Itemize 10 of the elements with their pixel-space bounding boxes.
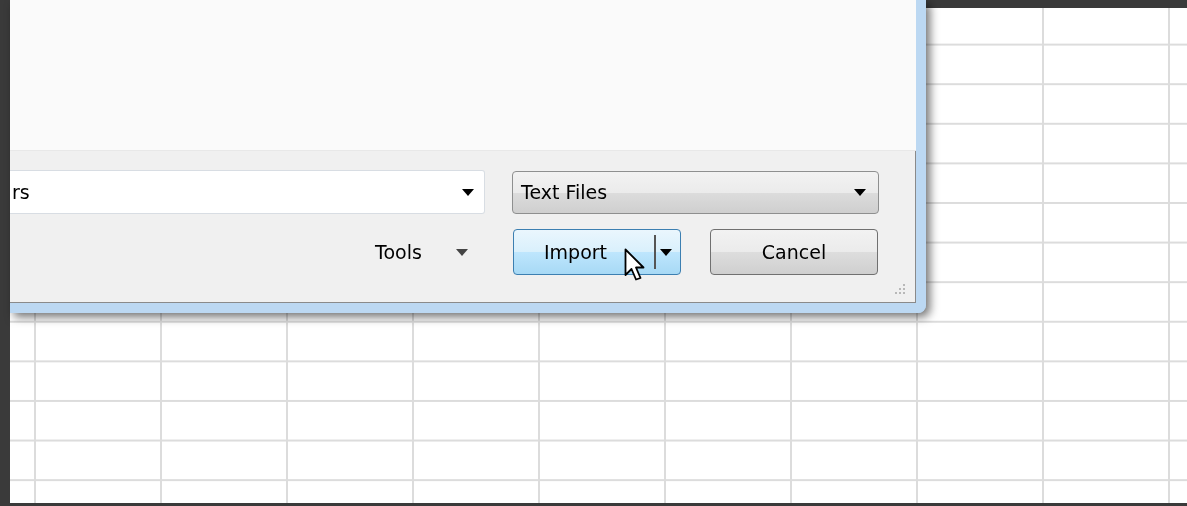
cancel-button[interactable]: Cancel [710,229,878,275]
file-type-dropdown[interactable]: Text Files [512,170,879,214]
dropdown-arrow-icon [455,248,468,256]
tools-menu[interactable]: Tools [375,241,488,263]
resize-grip-icon [894,283,906,295]
file-name-field[interactable]: rs [10,170,485,214]
dropdown-arrow-icon [660,248,672,256]
dropdown-arrow-icon [462,188,474,196]
dropdown-arrow-icon [854,188,866,196]
import-split-button[interactable]: Import [513,229,681,275]
